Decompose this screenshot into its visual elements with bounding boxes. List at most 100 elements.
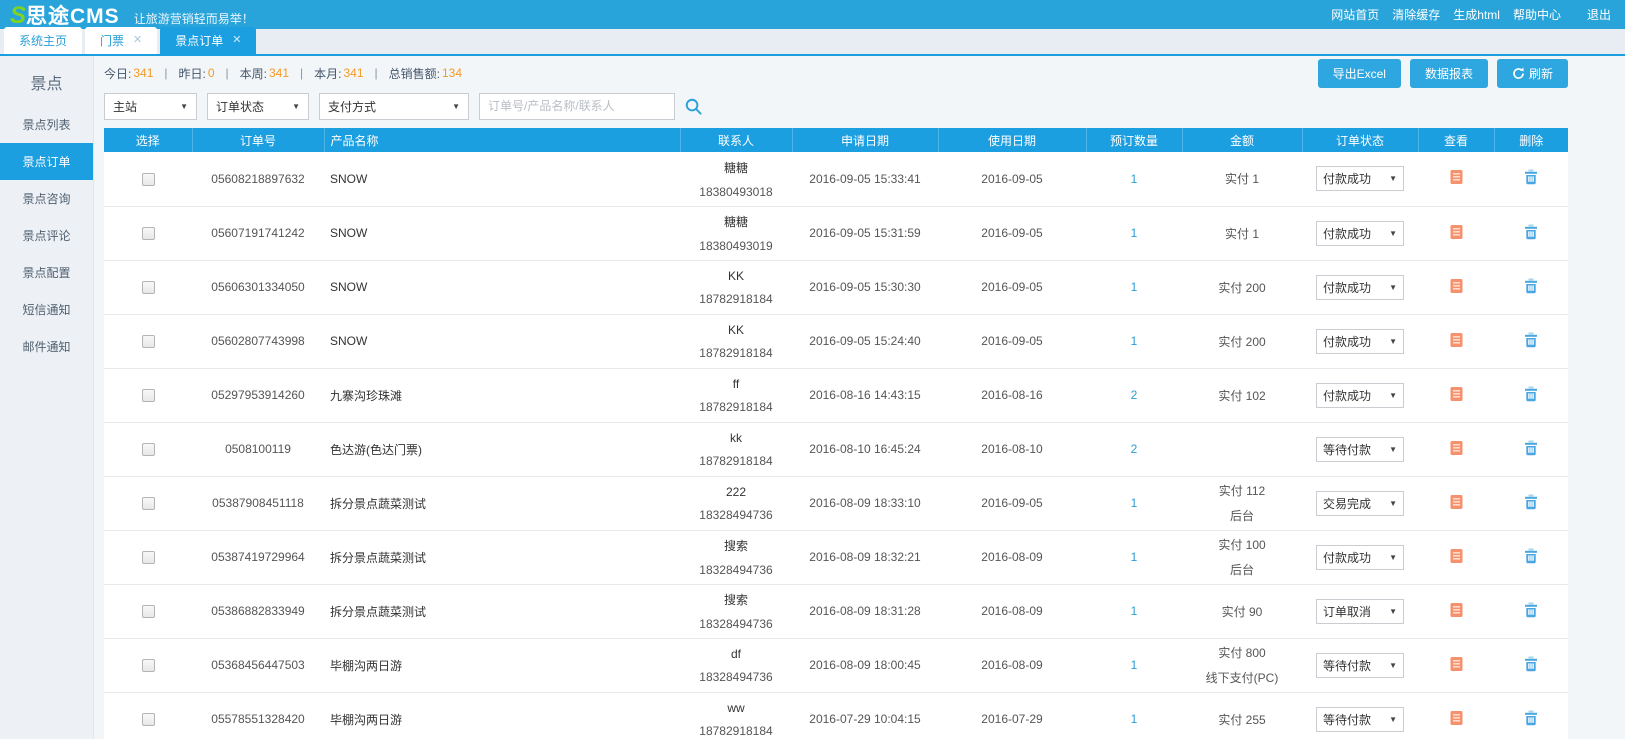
tab[interactable]: 景点订单 ✕ — [160, 27, 256, 54]
sidebar-title: 景点 — [0, 56, 93, 106]
amount-cell: 实付 255 — [1182, 692, 1302, 739]
pay-method-select[interactable]: 支付方式▼ — [319, 93, 469, 120]
row-checkbox[interactable] — [142, 551, 155, 564]
top-nav-link[interactable]: 网站首页 — [1331, 6, 1379, 23]
order-number-cell: 05607191741242 — [192, 206, 324, 260]
product-name-cell: SNOW — [324, 206, 680, 260]
row-checkbox[interactable] — [142, 389, 155, 402]
view-order-button[interactable] — [1450, 656, 1463, 672]
chevron-down-icon: ▼ — [292, 102, 300, 111]
row-checkbox[interactable] — [142, 281, 155, 294]
delete-order-button[interactable] — [1524, 656, 1538, 672]
order-status-dropdown[interactable]: 交易完成▼ — [1316, 491, 1404, 516]
delete-order-button[interactable] — [1524, 440, 1538, 456]
status-cell: 付款成功▼ — [1302, 260, 1418, 314]
delete-order-button[interactable] — [1524, 332, 1538, 348]
view-order-button[interactable] — [1450, 332, 1463, 348]
row-checkbox[interactable] — [142, 659, 155, 672]
view-order-button[interactable] — [1450, 548, 1463, 564]
row-checkbox[interactable] — [142, 497, 155, 510]
table-row: 05368456447503 毕棚沟两日游 df 18328494736 201… — [104, 638, 1568, 692]
view-order-button[interactable] — [1450, 278, 1463, 294]
data-report-button[interactable]: 数据报表 — [1410, 59, 1488, 88]
sidebar-item[interactable]: 短信通知 — [0, 291, 93, 328]
order-status-dropdown[interactable]: 等待付款▼ — [1316, 653, 1404, 678]
order-status-select[interactable]: 订单状态▼ — [207, 93, 309, 120]
tab[interactable]: 门票 ✕ — [85, 27, 157, 54]
row-checkbox[interactable] — [142, 713, 155, 726]
close-icon[interactable]: ✕ — [133, 35, 142, 46]
view-order-button[interactable] — [1450, 224, 1463, 240]
order-status-dropdown[interactable]: 付款成功▼ — [1316, 383, 1404, 408]
filter-row: 主站▼ 订单状态▼ 支付方式▼ — [104, 91, 1568, 121]
row-checkbox[interactable] — [142, 173, 155, 186]
contact-cell: KK 18782918184 — [680, 260, 792, 314]
apply-date-cell: 2016-08-10 16:45:24 — [792, 422, 938, 476]
apply-date-cell: 2016-09-05 15:31:59 — [792, 206, 938, 260]
delete-order-button[interactable] — [1524, 548, 1538, 564]
sidebar-item[interactable]: 景点配置 — [0, 254, 93, 291]
sidebar-item[interactable]: 景点列表 — [0, 106, 93, 143]
amount-cell: 实付 90 — [1182, 584, 1302, 638]
order-status-dropdown[interactable]: 付款成功▼ — [1316, 545, 1404, 570]
view-order-button[interactable] — [1450, 602, 1463, 618]
view-order-button[interactable] — [1450, 386, 1463, 402]
use-date-cell: 2016-08-09 — [938, 584, 1086, 638]
search-button[interactable] — [684, 97, 703, 116]
order-status-dropdown[interactable]: 付款成功▼ — [1316, 221, 1404, 246]
trash-icon — [1524, 494, 1538, 510]
row-checkbox[interactable] — [142, 335, 155, 348]
delete-order-button[interactable] — [1524, 494, 1538, 510]
delete-order-button[interactable] — [1524, 278, 1538, 294]
view-order-button[interactable] — [1450, 710, 1463, 726]
sidebar-item[interactable]: 景点咨询 — [0, 180, 93, 217]
sidebar-item[interactable]: 景点评论 — [0, 217, 93, 254]
top-nav-link[interactable]: 清除缓存 — [1392, 6, 1440, 23]
tab[interactable]: 系统主页 — [4, 27, 82, 54]
product-name-cell: SNOW — [324, 260, 680, 314]
refresh-button[interactable]: 刷新 — [1497, 59, 1568, 88]
top-nav-link[interactable]: 帮助中心 — [1513, 6, 1561, 23]
view-order-button[interactable] — [1450, 169, 1463, 185]
delete-order-button[interactable] — [1524, 602, 1538, 618]
top-nav-link[interactable]: 退出 — [1587, 6, 1611, 23]
delete-order-button[interactable] — [1524, 224, 1538, 240]
use-date-cell: 2016-09-05 — [938, 260, 1086, 314]
contact-cell: kk 18782918184 — [680, 422, 792, 476]
quantity-cell: 1 — [1086, 584, 1182, 638]
row-checkbox[interactable] — [142, 227, 155, 240]
delete-order-button[interactable] — [1524, 169, 1538, 185]
view-order-button[interactable] — [1450, 494, 1463, 510]
magnifier-icon — [684, 97, 703, 116]
sidebar: 景点 景点列表景点订单景点咨询景点评论景点配置短信通知邮件通知 — [0, 56, 94, 739]
order-status-dropdown[interactable]: 付款成功▼ — [1316, 166, 1404, 191]
order-status-dropdown[interactable]: 付款成功▼ — [1316, 329, 1404, 354]
view-order-button[interactable] — [1450, 440, 1463, 456]
trash-icon — [1524, 710, 1538, 726]
export-excel-button[interactable]: 导出Excel — [1318, 59, 1401, 88]
order-status-dropdown[interactable]: 付款成功▼ — [1316, 275, 1404, 300]
row-checkbox[interactable] — [142, 605, 155, 618]
product-name-cell: 拆分景点蔬菜测试 — [324, 530, 680, 584]
close-icon[interactable]: ✕ — [232, 35, 241, 46]
site-select[interactable]: 主站▼ — [104, 93, 197, 120]
top-nav-link[interactable]: 生成html — [1453, 6, 1500, 23]
search-input[interactable] — [479, 93, 675, 120]
order-status-dropdown[interactable]: 等待付款▼ — [1316, 437, 1404, 462]
sidebar-item[interactable]: 邮件通知 — [0, 328, 93, 365]
stat-item: 本周:341 — [240, 65, 315, 82]
delete-order-button[interactable] — [1524, 710, 1538, 726]
column-header: 选择 — [104, 128, 192, 152]
use-date-cell: 2016-08-16 — [938, 368, 1086, 422]
order-status-dropdown[interactable]: 等待付款▼ — [1316, 707, 1404, 732]
sidebar-item[interactable]: 景点订单 — [0, 143, 93, 180]
row-checkbox[interactable] — [142, 443, 155, 456]
order-status-dropdown[interactable]: 订单取消▼ — [1316, 599, 1404, 624]
quantity-cell: 1 — [1086, 260, 1182, 314]
order-number-cell: 05297953914260 — [192, 368, 324, 422]
product-name-cell: SNOW — [324, 314, 680, 368]
delete-order-button[interactable] — [1524, 386, 1538, 402]
main-content: 今日:341 昨日:0 本周:341 本月:341 总销售额:134 导出Exc… — [94, 56, 1625, 739]
document-list-icon — [1450, 386, 1463, 402]
chevron-down-icon: ▼ — [1389, 715, 1397, 724]
